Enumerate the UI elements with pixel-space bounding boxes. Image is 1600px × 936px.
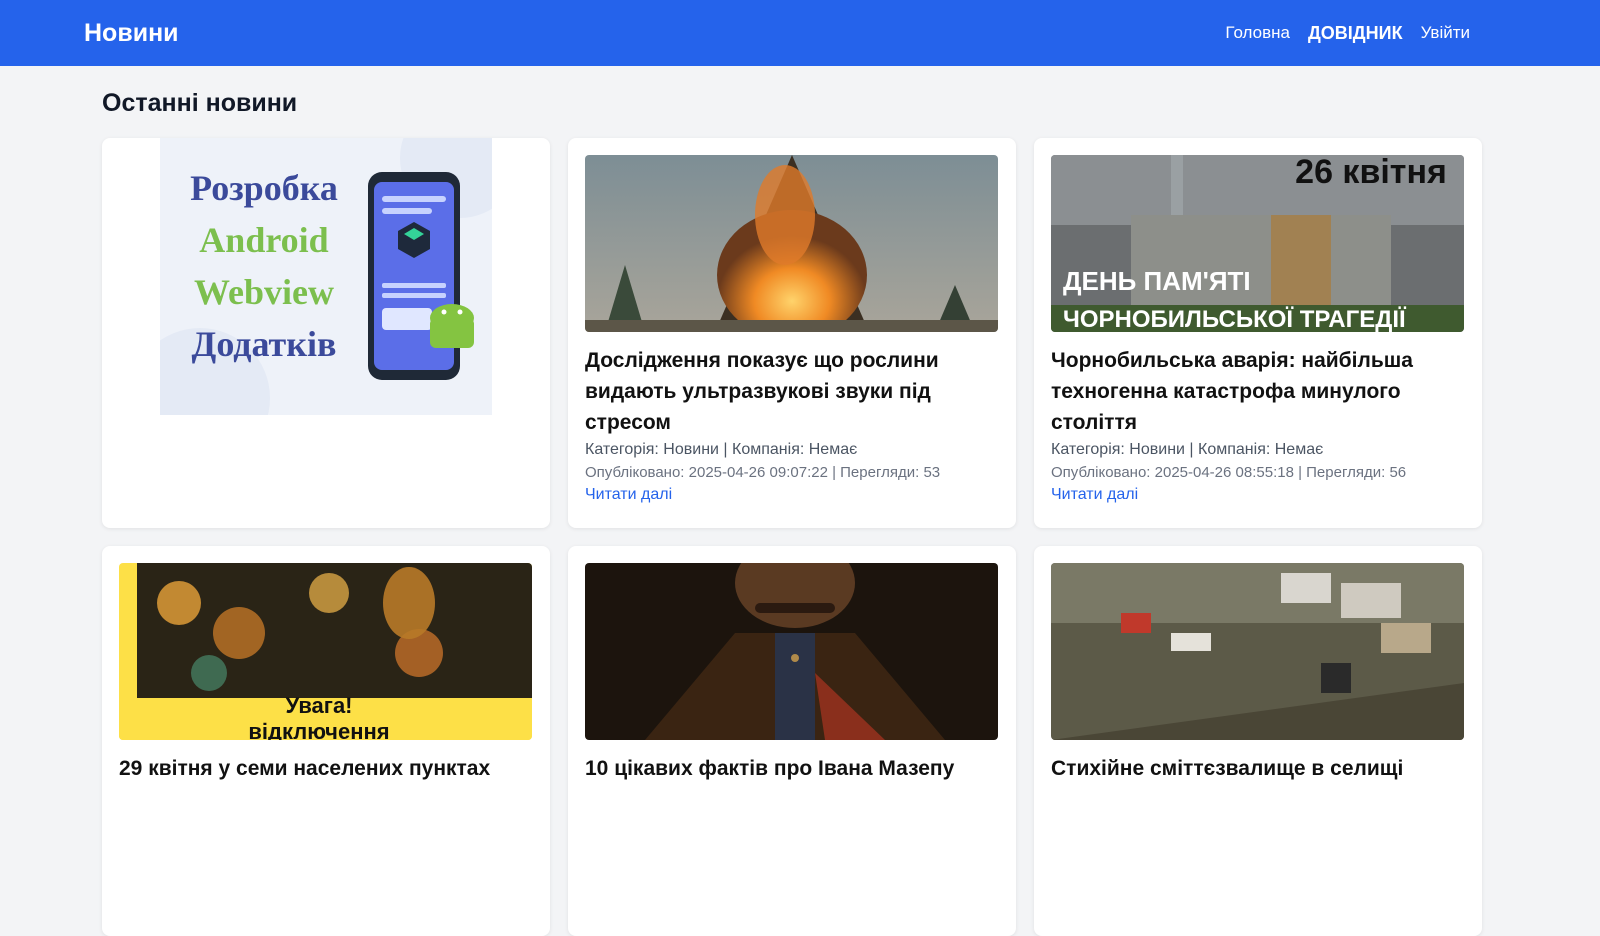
promo-line-3: Webview bbox=[194, 272, 334, 312]
news-card-image[interactable] bbox=[585, 155, 998, 332]
news-card-title[interactable]: Чорнобильська аварія: найбільша техноген… bbox=[1051, 345, 1465, 438]
news-card-image[interactable] bbox=[1051, 563, 1464, 740]
read-more-link[interactable]: Читати далі bbox=[585, 486, 672, 503]
news-card: 26 квітня ДЕНЬ ПАМ'ЯТІ ЧОРНОБИЛЬСЬКОЇ ТР… bbox=[1034, 138, 1482, 528]
news-card-published: Опубліковано: 2025-04-26 08:55:18 | Пере… bbox=[1051, 464, 1407, 481]
page-title: Останні новини bbox=[102, 89, 298, 117]
news-card-published: Опубліковано: 2025-04-26 09:07:22 | Пере… bbox=[585, 464, 941, 481]
news-card: Увага! відключення 29 квітня у семи насе… bbox=[102, 546, 550, 936]
news-card-image[interactable] bbox=[585, 563, 998, 740]
image-caption-2: відключення bbox=[248, 719, 389, 740]
news-card-image[interactable]: Увага! відключення bbox=[119, 563, 532, 740]
promo-line-2: Android bbox=[199, 220, 328, 260]
news-card: Стихійне сміттєзвалище в селищі bbox=[1034, 546, 1482, 936]
news-card-title[interactable]: Дослідження показує що рослини видають у… bbox=[585, 345, 999, 438]
image-caption-bottom-1: ДЕНЬ ПАМ'ЯТІ bbox=[1063, 266, 1251, 296]
promo-line-4: Додатків bbox=[192, 324, 337, 364]
promo-banner-image[interactable]: Розробка Android Webview Додатків bbox=[130, 138, 520, 468]
news-card: 10 цікавих фактів про Івана Мазепу bbox=[568, 546, 1016, 936]
image-caption-top: 26 квітня bbox=[1295, 155, 1447, 191]
news-card-title[interactable]: 10 цікавих фактів про Івана Мазепу bbox=[585, 753, 999, 784]
promo-card[interactable]: Розробка Android Webview Додатків bbox=[102, 138, 550, 528]
nav-link-login[interactable]: Увійти bbox=[1421, 23, 1470, 43]
news-card: Дослідження показує що рослини видають у… bbox=[568, 138, 1016, 528]
news-grid: Розробка Android Webview Додатків Дослід… bbox=[102, 138, 1482, 936]
nav-link-home[interactable]: Головна bbox=[1225, 23, 1290, 43]
brand-logo-link[interactable]: Новини bbox=[84, 19, 179, 48]
image-caption-1: Увага! bbox=[285, 693, 352, 718]
main-content: Останні новини Розробка Android Webview … bbox=[0, 89, 1600, 936]
promo-line-1: Розробка bbox=[190, 168, 338, 208]
image-caption-bottom-2: ЧОРНОБИЛЬСЬКОЇ ТРАГЕДІЇ bbox=[1063, 306, 1407, 332]
news-card-image[interactable]: 26 квітня ДЕНЬ ПАМ'ЯТІ ЧОРНОБИЛЬСЬКОЇ ТР… bbox=[1051, 155, 1464, 332]
news-card-category: Категорія: Новини | Компанія: Немає bbox=[1051, 441, 1324, 458]
news-card-title[interactable]: Стихійне сміттєзвалище в селищі bbox=[1051, 753, 1465, 784]
nav-link-directory[interactable]: ДОВІДНИК bbox=[1308, 23, 1403, 44]
news-card-category: Категорія: Новини | Компанія: Немає bbox=[585, 441, 858, 458]
nav-links: Головна ДОВІДНИК Увійти bbox=[1225, 23, 1470, 44]
read-more-link[interactable]: Читати далі bbox=[1051, 486, 1138, 503]
top-navbar: Новини Головна ДОВІДНИК Увійти bbox=[0, 0, 1600, 66]
news-card-title[interactable]: 29 квітня у семи населених пунктах bbox=[119, 753, 533, 784]
